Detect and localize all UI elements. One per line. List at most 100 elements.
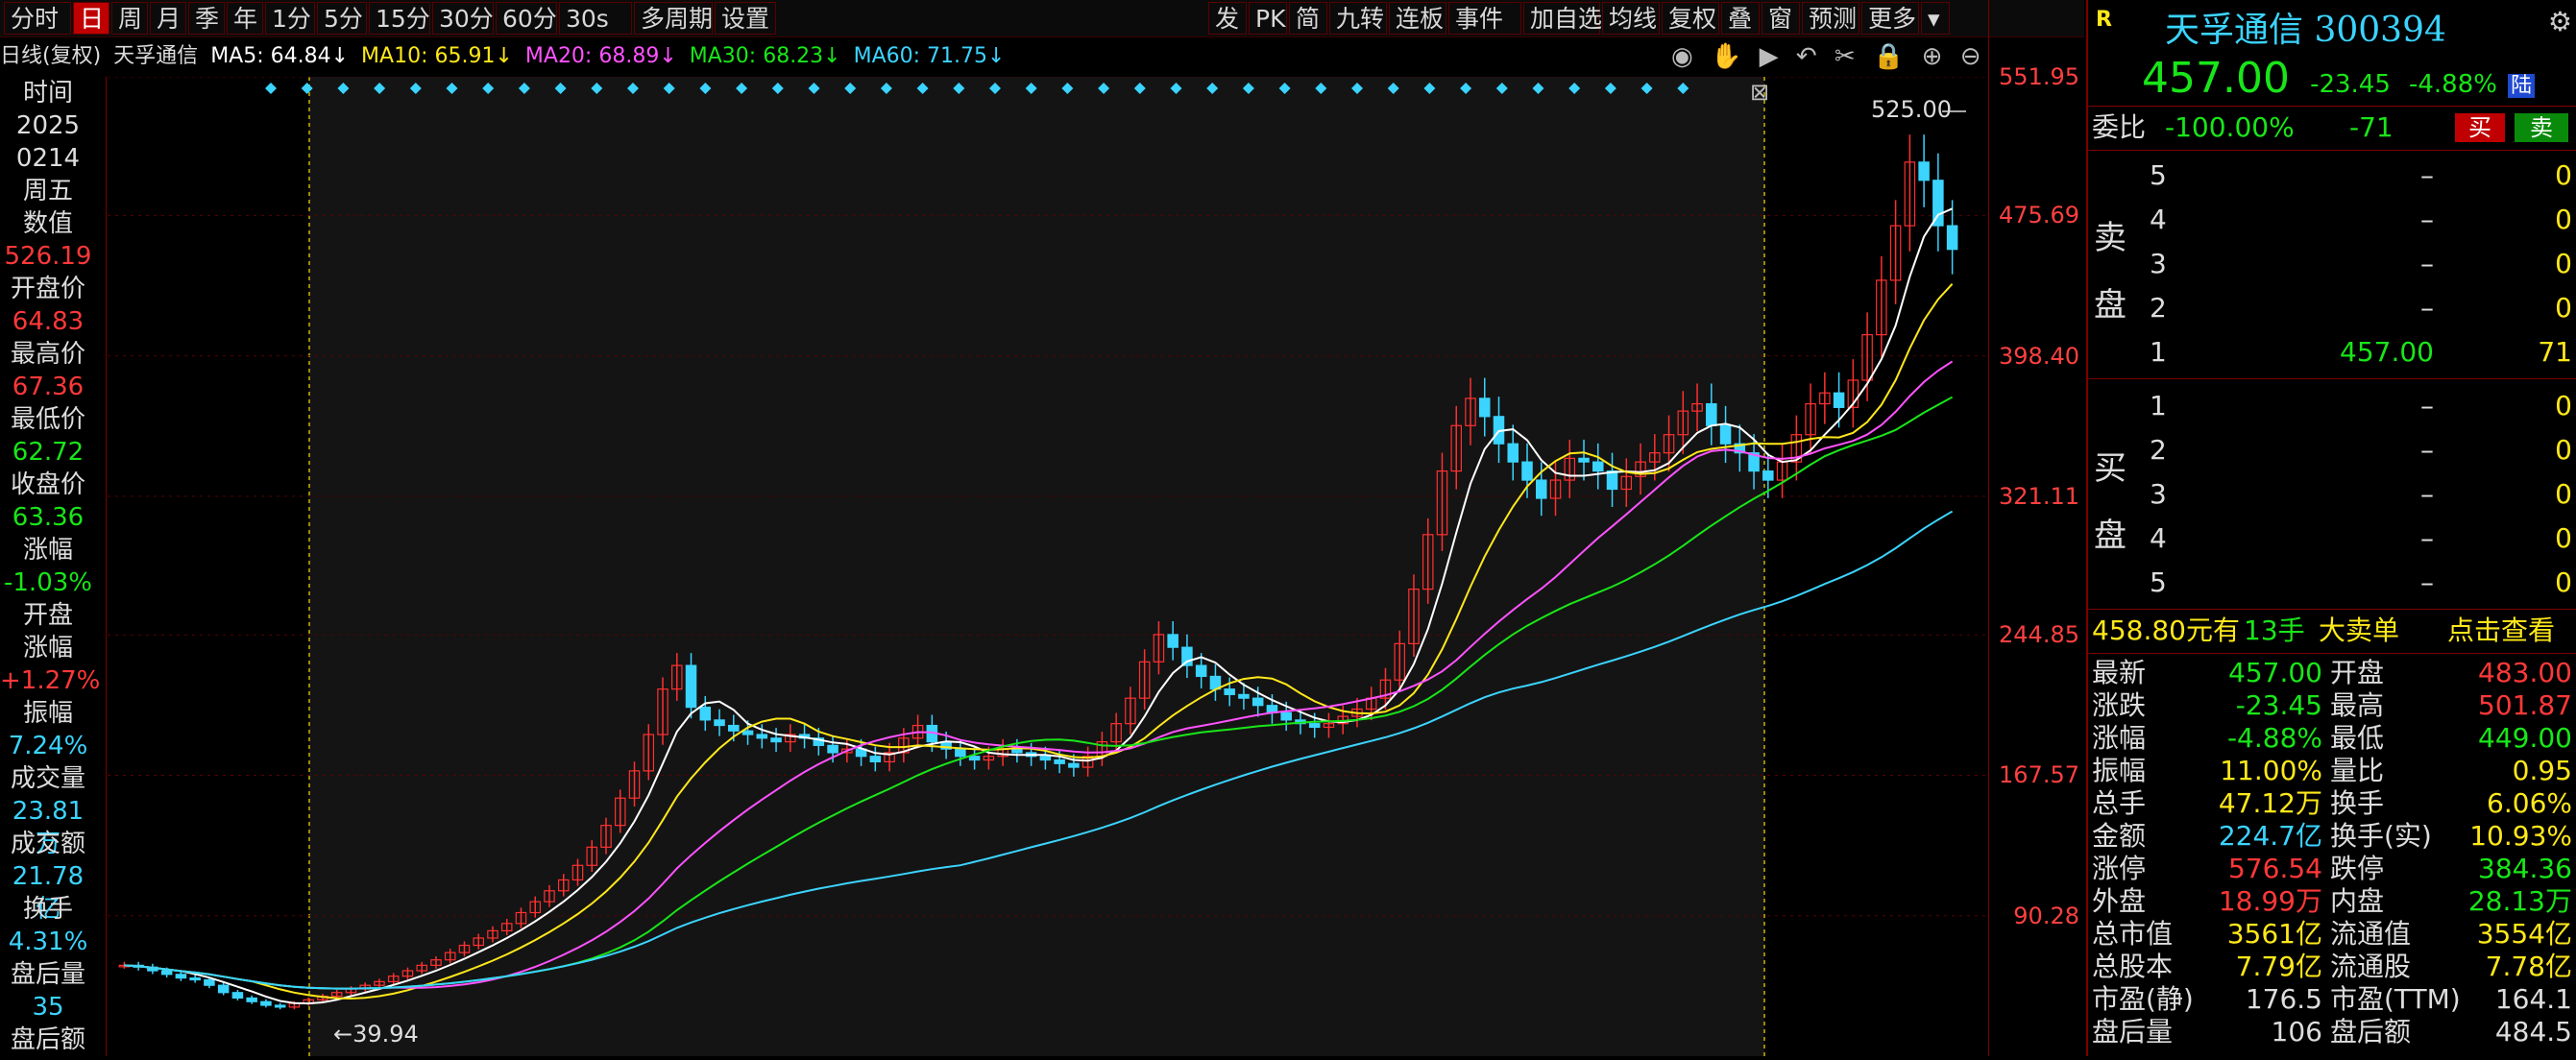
toolbar-button[interactable]: PK [1249,2,1287,35]
candle-body [869,756,882,763]
sell_book-row[interactable]: 1 457.00 71 [2088,336,2576,369]
candle-body [1833,392,1845,408]
buy_book-row[interactable]: 4–0 [2088,522,2576,555]
book-volume: 71 [2538,336,2572,368]
period-tab[interactable]: 5分 [317,2,367,35]
candle-body [1252,697,1264,707]
sell_book-row[interactable]: 2–0 [2088,292,2576,325]
period-tab[interactable]: 分时 [4,2,71,35]
candle-body [1592,461,1604,472]
period-tab[interactable]: 周 [111,2,148,35]
candle-body [968,756,981,761]
toolbar-button[interactable]: 预测 [1802,2,1859,35]
candle-body [1762,470,1774,481]
period-tab[interactable]: 日 [73,2,109,35]
info-panel-item: 67.36 [12,373,85,401]
big-order-label: 大卖单 [2319,614,2400,646]
toolbar-button[interactable]: 更多 [1861,2,1919,35]
weibi-value: -100.00% [2165,111,2295,143]
sell-button[interactable]: 卖 [2515,113,2568,142]
kline-svg[interactable]: 525.00 ←39.94 ⊠ [108,76,1988,1056]
period-tab[interactable]: 1分 [265,2,315,35]
info-panel-item: 35 [32,993,64,1022]
buy-button[interactable]: 买 [2455,113,2505,142]
big-order-hands: 13手 [2244,614,2305,646]
book-volume: 0 [2555,390,2572,422]
stat-label: 换手(实) [2330,820,2432,852]
zoom-in-icon[interactable]: ⊕ [1922,42,1943,71]
book-volume: 0 [2555,478,2572,510]
toolbar-button[interactable]: 简 [1289,2,1327,35]
buy_book-row[interactable]: 5–0 [2088,566,2576,599]
candle-body [1054,759,1065,764]
stat-label: 换手 [2330,787,2385,819]
candle-body [1918,161,1930,181]
candle-body [1507,443,1519,463]
stat-label: 盘后额 [2330,1016,2412,1048]
buy_book-row[interactable]: 3–0 [2088,478,2576,511]
weibi-diff: -71 [2349,111,2394,143]
expand-icon[interactable]: ▾ [1921,2,1950,35]
period-tab[interactable]: 年 [227,2,263,35]
toolbar-button[interactable]: 叠 [1721,2,1760,35]
buy_book-row[interactable]: 1–0 [2088,390,2576,422]
hand-icon[interactable]: ✋ [1711,42,1741,71]
period-tab[interactable]: 30分 [432,2,494,35]
toolbar-button[interactable]: 发 [1208,2,1247,35]
undo-icon[interactable]: ↶ [1796,42,1817,71]
stat-label: 内盘 [2330,885,2385,917]
play-icon[interactable]: ▶ [1760,42,1779,71]
ma30-label: MA30: 68.23↓ [689,44,841,68]
book-volume: 0 [2555,566,2572,598]
kline-chart[interactable]: 525.00 ←39.94 ⊠ [108,76,1988,1056]
sell_book-row[interactable]: 3–0 [2088,248,2576,280]
period-tab[interactable]: 设置 [715,2,776,35]
book-price: – [2420,390,2434,422]
period-tab[interactable]: 季 [188,2,225,35]
zoom-out-icon[interactable]: ⊖ [1960,42,1981,71]
candle-body [1068,762,1080,768]
close-range-icon[interactable]: ⊠ [1750,79,1769,106]
big-order-link[interactable]: 点击查看 [2447,614,2555,647]
toolbar-button[interactable]: 窗 [1762,2,1800,35]
candle-body [756,734,768,739]
candle-body [1181,646,1193,666]
period-tab[interactable]: 30s [559,2,632,35]
price-change-pct: -4.88% [2408,70,2497,99]
stats-row: 振幅 11.00% 量比 0.95 [2088,755,2576,787]
price-axis: 551.95 475.69 398.40 321.11 244.85 167.57 90.2… [1988,0,2085,1056]
candle-body [1039,756,1052,761]
toolbar-button[interactable]: 九转 [1329,2,1387,35]
price-tick: 475.69 [1999,202,2079,229]
period-tab[interactable]: 15分 [369,2,430,35]
candle-body [1706,402,1717,426]
buy_book-row[interactable]: 2–0 [2088,434,2576,467]
sell_book-row[interactable]: 4–0 [2088,204,2576,236]
toolbar-button[interactable]: 加自选 [1523,2,1602,35]
toolbar-button[interactable]: 事件 [1448,2,1521,35]
price-tick: 551.95 [1999,63,2079,90]
stat-label: 量比 [2330,755,2385,786]
price-tick: 90.28 [2013,902,2079,929]
info-panel-item: 62.72 [12,438,85,467]
stat-value: 0.95 [2512,755,2572,786]
toolbar-button[interactable]: 复权 [1662,2,1719,35]
period-tab[interactable]: 60分 [496,2,557,35]
period-tab[interactable]: 月 [150,2,186,35]
sell_book-row[interactable]: 5–0 [2088,159,2576,192]
gear-icon[interactable]: ⚙ [2548,6,2572,37]
toolbar-button[interactable]: 均线 [1602,2,1660,35]
period-tab[interactable]: 多周期 [634,2,713,35]
stats-row: 涨停 576.54 跌停 384.36 [2088,853,2576,885]
stat-value: 576.54 [2228,853,2322,884]
candle-body [1521,461,1533,481]
stat-value: -23.45 [2235,689,2322,721]
eye-icon[interactable]: ◉ [1671,42,1693,71]
lock-icon[interactable]: 🔒 [1873,42,1904,71]
toolbar-button[interactable]: 连板 [1389,2,1446,35]
candle-body [955,748,966,758]
info-panel-item: 收盘价 [10,470,85,499]
info-panel-item: 涨幅 [22,536,73,565]
candle-body [770,737,782,743]
scissors-icon[interactable]: ✂ [1835,42,1856,71]
